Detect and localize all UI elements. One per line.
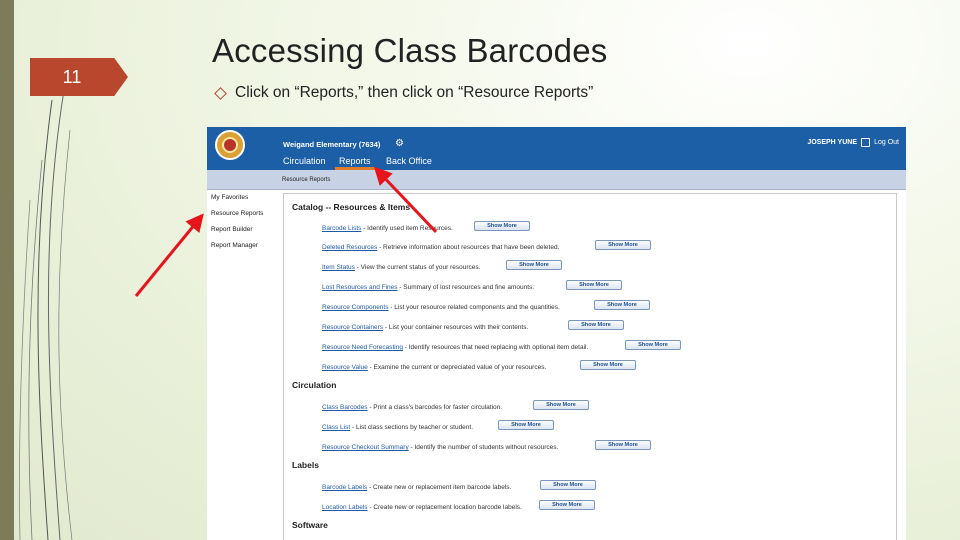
- slide-number: 11: [62, 66, 82, 87]
- report-item: Lost Resources and Fines - Summary of lo…: [322, 284, 534, 291]
- diamond-bullet-icon: [214, 87, 227, 100]
- sidebar-item-resource-reports[interactable]: Resource Reports: [211, 210, 263, 217]
- section-heading: Software: [292, 520, 328, 530]
- report-item: Resource Value - Examine the current or …: [322, 364, 546, 371]
- school-logo: [215, 130, 245, 160]
- report-description: - Identify used item Resources.: [361, 225, 453, 232]
- bullet-text: Click on “Reports,” then click on “Resou…: [235, 84, 594, 101]
- report-description: - Identify resources that need replacing…: [402, 344, 589, 351]
- report-link[interactable]: Class List: [322, 424, 350, 431]
- show-more-button[interactable]: Show More: [539, 500, 595, 510]
- show-more-button[interactable]: Show More: [595, 240, 651, 250]
- app-topbar: Weigand Elementary (7634) ⚙ Circulation …: [207, 127, 906, 170]
- report-item: Location Labels - Create new or replacem…: [322, 504, 522, 511]
- report-link[interactable]: Resource Containers: [322, 324, 383, 331]
- breadcrumb: Resource Reports: [282, 177, 331, 183]
- report-link[interactable]: Deleted Resources: [322, 244, 377, 251]
- report-description: - List class sections by teacher or stud…: [350, 424, 474, 431]
- report-description: - View the current status of your resour…: [354, 264, 481, 271]
- report-item: Class Barcodes - Print a class's barcode…: [322, 404, 502, 411]
- show-more-button[interactable]: Show More: [474, 221, 530, 231]
- slide-title: Accessing Class Barcodes: [212, 32, 608, 69]
- report-description: - Identify the number of students withou…: [408, 444, 559, 451]
- report-description: - List your resource related components …: [388, 304, 560, 311]
- show-more-button[interactable]: Show More: [580, 360, 636, 370]
- report-link[interactable]: Barcode Lists: [322, 225, 361, 232]
- user-name[interactable]: JOSEPH YUNE: [807, 139, 857, 146]
- report-link[interactable]: Resource Value: [322, 364, 368, 371]
- report-description: - Examine the current or depreciated val…: [367, 364, 547, 371]
- report-item: Class List - List class sections by teac…: [322, 424, 473, 431]
- logout-link[interactable]: Log Out: [874, 139, 899, 146]
- arrow-to-resource-reports: [134, 213, 204, 297]
- logout-icon[interactable]: [861, 138, 870, 147]
- report-link[interactable]: Resource Components: [322, 304, 388, 311]
- show-more-button[interactable]: Show More: [566, 280, 622, 290]
- show-more-button[interactable]: Show More: [498, 420, 554, 430]
- sidebar-item-report-manager[interactable]: Report Manager: [211, 242, 258, 249]
- report-description: - Summary of lost resources and fine amo…: [397, 284, 535, 291]
- report-item: Resource Components - List your resource…: [322, 304, 560, 311]
- sidebar-item-report-builder[interactable]: Report Builder: [211, 226, 253, 233]
- bullet-point: Click on “Reports,” then click on “Resou…: [214, 84, 594, 102]
- report-description: - List your container resources with the…: [383, 324, 529, 331]
- show-more-button[interactable]: Show More: [625, 340, 681, 350]
- show-more-button[interactable]: Show More: [568, 320, 624, 330]
- section-heading: Circulation: [292, 380, 337, 390]
- report-link[interactable]: Item Status: [322, 264, 355, 271]
- report-link[interactable]: Resource Checkout Summary: [322, 444, 409, 451]
- show-more-button[interactable]: Show More: [595, 440, 651, 450]
- tab-circulation[interactable]: Circulation: [283, 156, 326, 166]
- report-description: - Retrieve information about resources t…: [377, 244, 560, 251]
- report-item: Barcode Lists - Identify used item Resou…: [322, 225, 453, 232]
- report-link[interactable]: Resource Need Forecasting: [322, 344, 403, 351]
- report-link[interactable]: Location Labels: [322, 504, 368, 511]
- report-item: Resource Checkout Summary - Identify the…: [322, 444, 558, 451]
- show-more-button[interactable]: Show More: [594, 300, 650, 310]
- report-description: - Create new or replacement location bar…: [367, 504, 522, 511]
- report-description: - Print a class's barcodes for faster ci…: [367, 404, 503, 411]
- show-more-button[interactable]: Show More: [533, 400, 589, 410]
- school-name: Weigand Elementary (7634): [283, 140, 381, 149]
- report-item: Item Status - View the current status of…: [322, 264, 480, 271]
- breadcrumb-bar: Resource Reports: [207, 170, 906, 190]
- sidebar-item-my-favorites[interactable]: My Favorites: [211, 194, 248, 201]
- report-link[interactable]: Class Barcodes: [322, 404, 368, 411]
- report-item: Resource Need Forecasting - Identify res…: [322, 344, 588, 351]
- section-heading: Catalog -- Resources & Items: [292, 202, 411, 212]
- tab-reports[interactable]: Reports: [339, 156, 371, 166]
- report-description: - Create new or replacement item barcode…: [367, 484, 512, 491]
- report-item: Resource Containers - List your containe…: [322, 324, 528, 331]
- report-list-panel: Catalog -- Resources & Items Barcode List…: [283, 193, 897, 540]
- app-screenshot: Weigand Elementary (7634) ⚙ Circulation …: [207, 127, 906, 540]
- section-heading: Labels: [292, 460, 319, 470]
- show-more-button[interactable]: Show More: [540, 480, 596, 490]
- show-more-button[interactable]: Show More: [506, 260, 562, 270]
- report-link[interactable]: Barcode Labels: [322, 484, 367, 491]
- gear-icon[interactable]: ⚙: [395, 138, 404, 149]
- report-item: Barcode Labels - Create new or replaceme…: [322, 484, 511, 491]
- report-link[interactable]: Lost Resources and Fines: [322, 284, 398, 291]
- tab-back-office[interactable]: Back Office: [386, 156, 432, 166]
- report-item: Deleted Resources - Retrieve information…: [322, 244, 559, 251]
